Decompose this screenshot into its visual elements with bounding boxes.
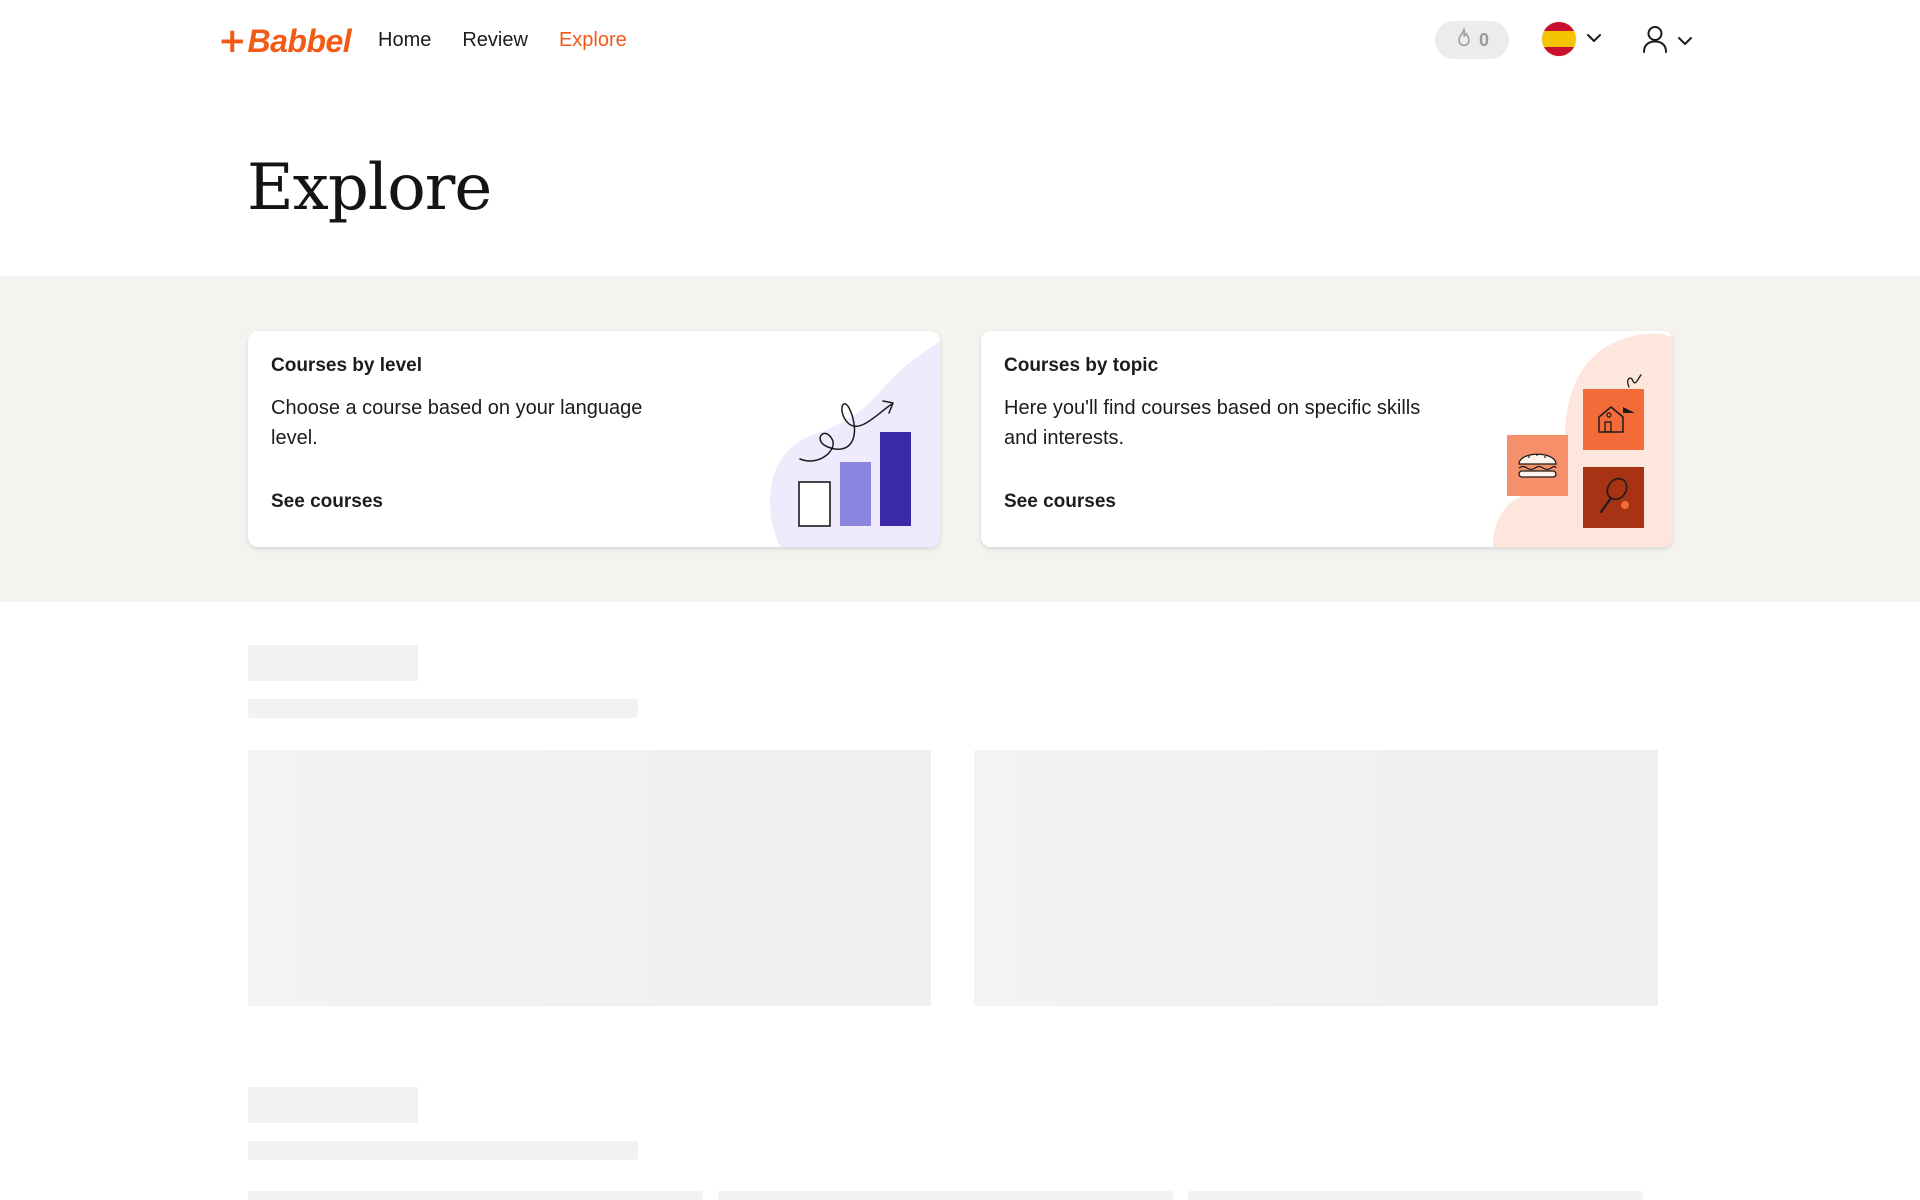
chevron-down-icon xyxy=(1677,33,1693,51)
page-title: Explore xyxy=(247,151,492,225)
skeleton-heading xyxy=(248,645,418,681)
skeleton-card xyxy=(974,750,1658,1006)
skeleton-card xyxy=(248,750,931,1006)
chevron-down-icon xyxy=(1586,30,1602,48)
card-title: Courses by topic xyxy=(1004,355,1159,376)
card-description: Choose a course based on your language l… xyxy=(271,397,643,449)
skeleton-card xyxy=(1188,1191,1643,1200)
logo-text: Babbel xyxy=(247,23,352,59)
nav-home[interactable]: Home xyxy=(378,27,431,53)
nav-review[interactable]: Review xyxy=(462,27,528,53)
card-title: Courses by level xyxy=(271,355,423,376)
skeleton-subheading xyxy=(248,699,638,718)
courses-by-level-card[interactable]: Courses by level Choose a course based o… xyxy=(248,331,940,547)
skeleton-subheading xyxy=(248,1141,638,1160)
courses-by-topic-card[interactable]: Courses by topic Here you'll find course… xyxy=(981,331,1673,547)
skeleton-card xyxy=(718,1191,1173,1200)
user-menu[interactable] xyxy=(1641,24,1693,59)
streak-badge[interactable]: 0 xyxy=(1435,21,1509,59)
topic-tiles-illustration xyxy=(1453,331,1673,547)
logo-plus: + xyxy=(218,21,247,61)
top-header: + Babbel Home Review Explore 0 xyxy=(0,0,1920,82)
see-courses-link[interactable]: See courses xyxy=(1004,491,1116,513)
card-description: Here you'll find courses based on specif… xyxy=(1004,397,1421,449)
skeleton-card xyxy=(248,1191,703,1200)
language-switcher[interactable] xyxy=(1542,22,1602,56)
skeleton-heading xyxy=(248,1087,418,1123)
flame-icon xyxy=(1455,27,1473,54)
user-icon xyxy=(1641,24,1669,59)
level-bars-illustration xyxy=(720,331,940,547)
nav-explore[interactable]: Explore xyxy=(559,27,627,53)
see-courses-link[interactable]: See courses xyxy=(271,491,383,513)
main-nav: Home Review Explore xyxy=(378,27,627,53)
streak-count: 0 xyxy=(1478,29,1489,50)
babbel-logo[interactable]: + Babbel xyxy=(218,21,352,61)
spain-flag-icon xyxy=(1542,22,1576,56)
